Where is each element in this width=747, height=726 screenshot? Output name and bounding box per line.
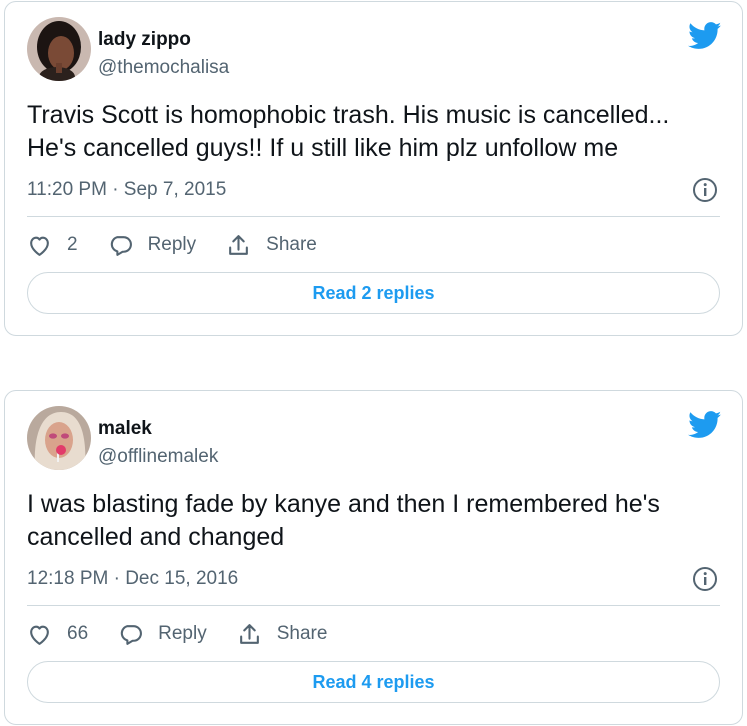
timestamp[interactable]: 11:20 PM · Sep 7, 2015 <box>27 179 226 201</box>
action-bar: 2 Reply Share <box>27 230 347 260</box>
share-upload-icon <box>229 234 249 255</box>
speech-bubble-icon <box>120 624 143 645</box>
share-button[interactable]: Share <box>237 622 328 647</box>
avatar[interactable] <box>27 406 91 470</box>
heart-icon <box>30 625 49 645</box>
display-name[interactable]: lady zippo <box>98 29 191 51</box>
tweet-text: I was blasting fade by kanye and then I … <box>27 490 667 551</box>
like-button[interactable]: 66 <box>27 622 88 647</box>
heart-icon <box>30 236 49 256</box>
like-count: 2 <box>67 234 78 255</box>
user-handle[interactable]: @themochalisa <box>98 57 229 79</box>
read-replies-button[interactable]: Read 4 replies <box>27 661 720 703</box>
reply-button[interactable]: Reply <box>118 622 207 647</box>
action-bar: 66 Reply Share <box>27 619 357 649</box>
display-name[interactable]: malek <box>98 418 152 440</box>
tweet-card[interactable]: malek @offlinemalek I was blasting fade … <box>4 390 743 725</box>
twitter-bird-icon[interactable] <box>688 411 722 439</box>
tweet-card[interactable]: lady zippo @themochalisa Travis Scott is… <box>4 1 743 336</box>
divider <box>27 605 720 606</box>
tweet-text: Travis Scott is homophobic trash. His mu… <box>27 101 677 162</box>
timestamp[interactable]: 12:18 PM · Dec 15, 2016 <box>27 568 238 590</box>
speech-bubble-icon <box>110 235 132 256</box>
divider <box>27 216 720 217</box>
share-label: Share <box>276 623 328 644</box>
like-count: 66 <box>67 623 89 644</box>
reply-button[interactable]: Reply <box>108 233 197 258</box>
reply-label: Reply <box>147 234 197 255</box>
read-replies-button[interactable]: Read 2 replies <box>27 272 720 314</box>
share-button[interactable]: Share <box>226 233 317 258</box>
share-upload-icon <box>239 623 259 644</box>
share-label: Share <box>266 234 317 255</box>
info-icon[interactable] <box>692 177 718 203</box>
reply-label: Reply <box>158 623 207 644</box>
user-handle[interactable]: @offlinemalek <box>98 446 218 468</box>
avatar[interactable] <box>27 17 91 81</box>
info-icon[interactable] <box>692 566 718 592</box>
twitter-bird-icon[interactable] <box>688 22 722 50</box>
like-button[interactable]: 2 <box>27 233 78 258</box>
